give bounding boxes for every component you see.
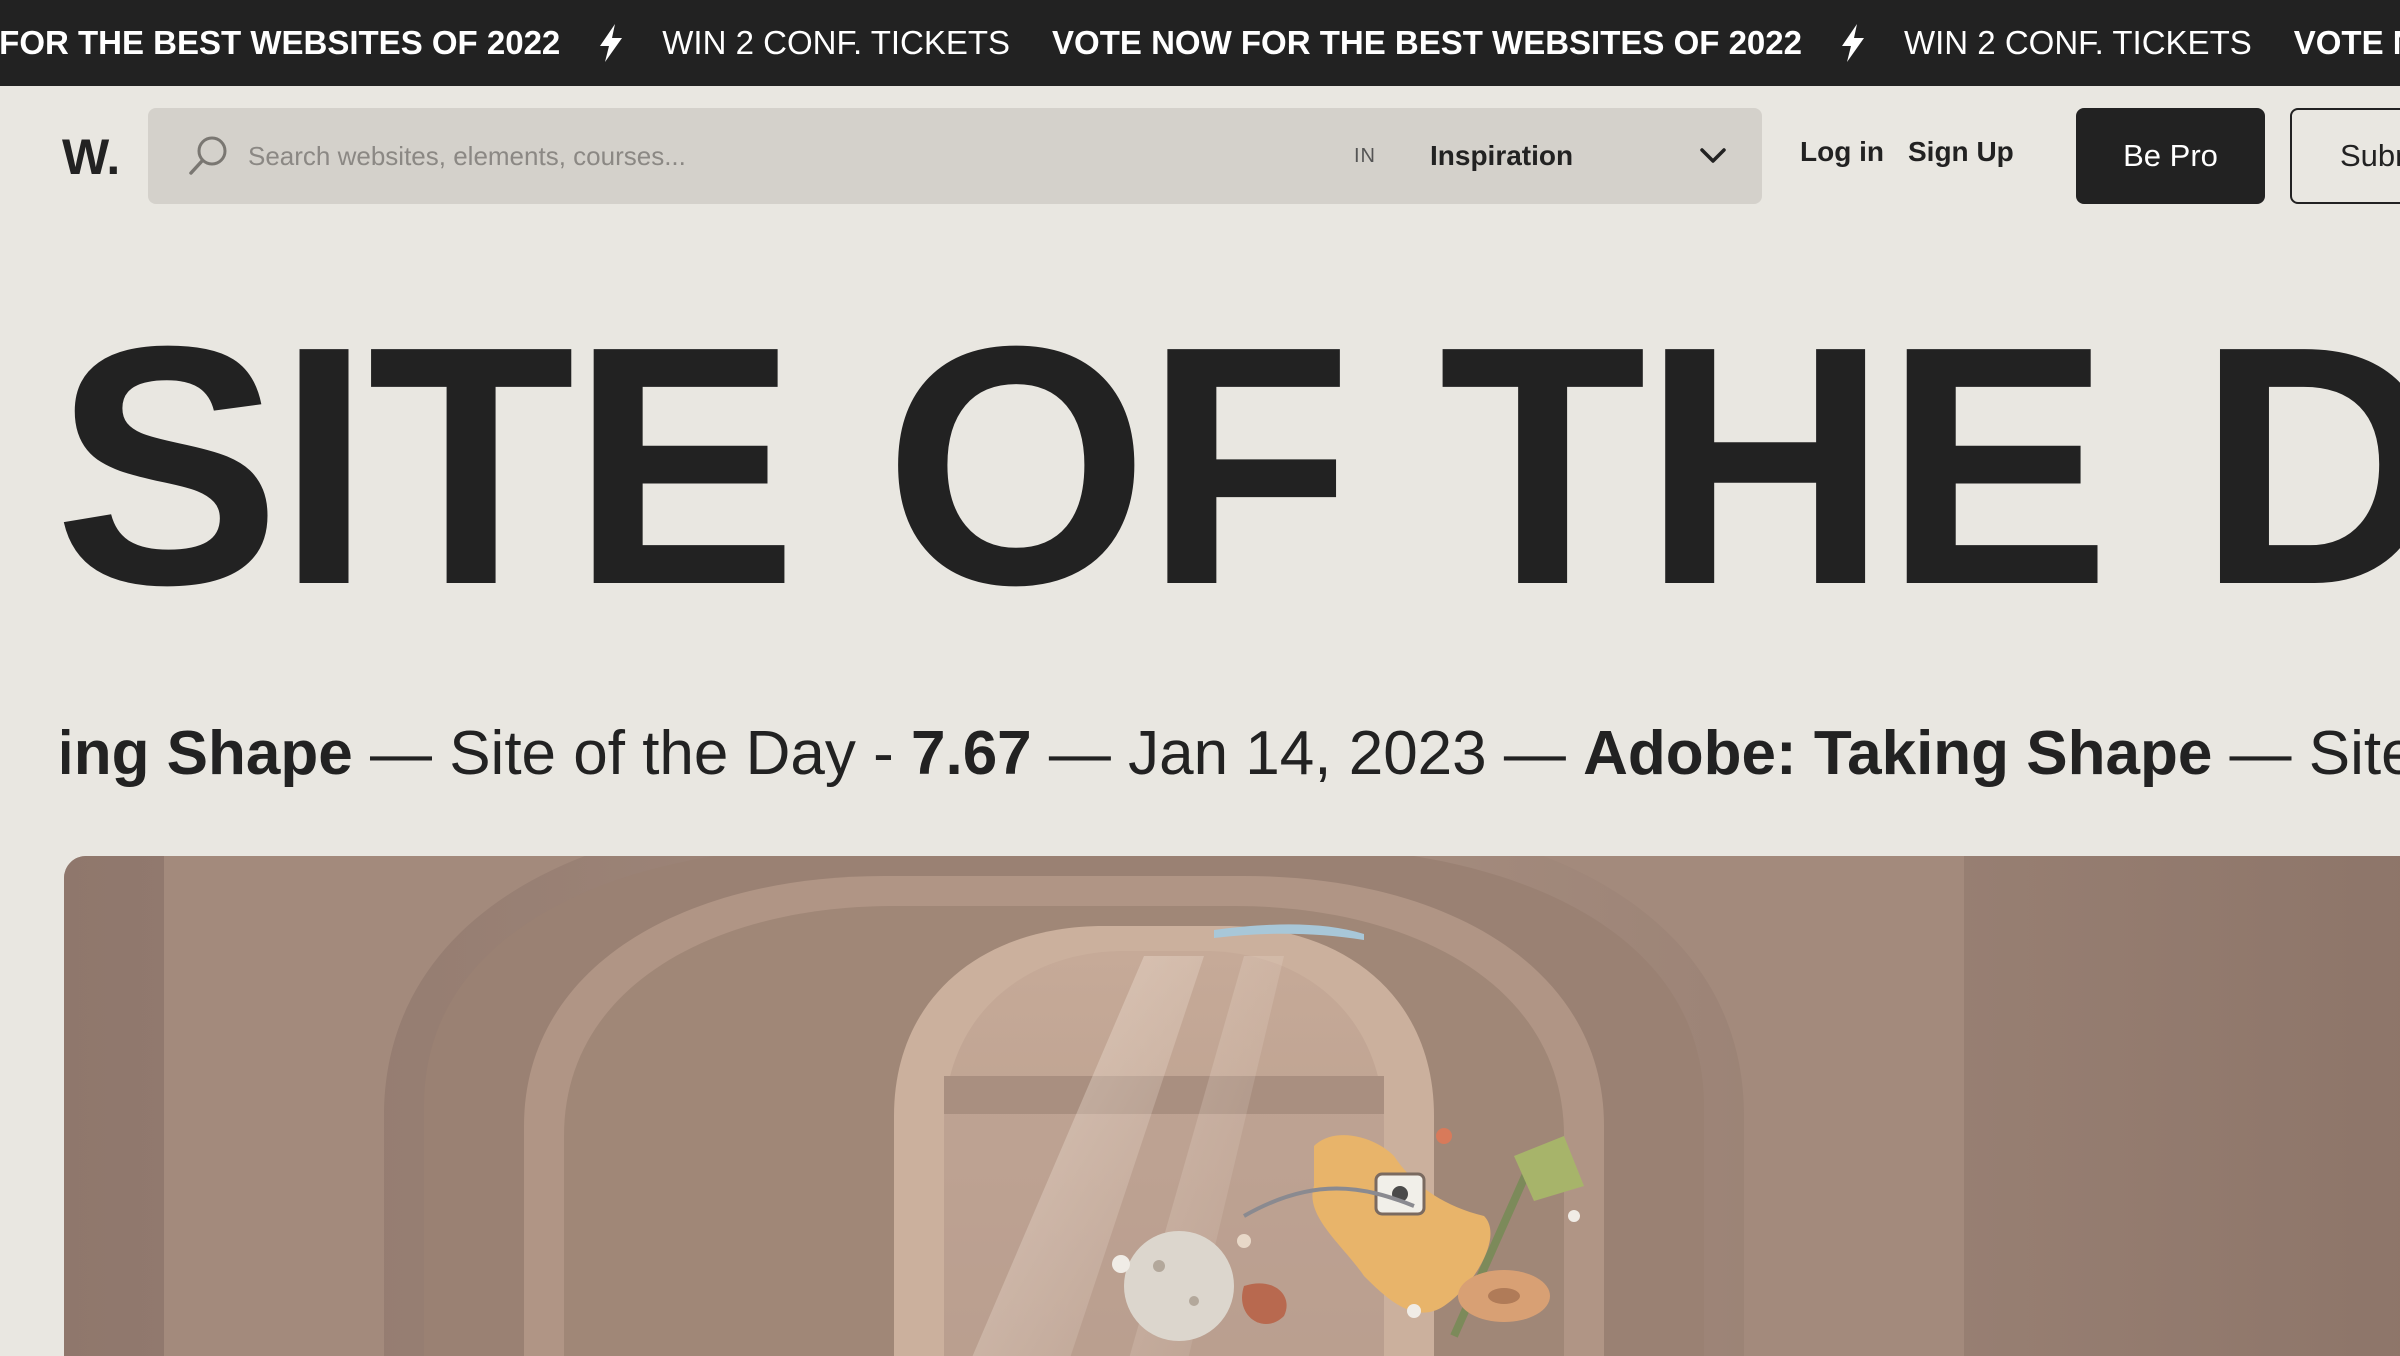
separator: — bbox=[1486, 719, 1584, 788]
search-scope-label: IN bbox=[1354, 145, 1376, 167]
page-title: SITE OF THE DAY bbox=[54, 276, 2400, 656]
login-link[interactable]: Log in bbox=[1800, 136, 1884, 168]
site-name-text[interactable]: king Shape bbox=[62, 719, 353, 788]
site-header: W. IN Inspiration Log in Sign Up Be Pro … bbox=[0, 86, 2400, 226]
featured-illustration bbox=[64, 856, 2400, 1356]
separator: - bbox=[855, 719, 911, 788]
chevron-down-icon bbox=[1700, 148, 1726, 163]
date-text: Jan 14, 2023 bbox=[1128, 719, 1487, 788]
lightning-bolt-icon bbox=[1841, 24, 1864, 62]
award-text: Site of the Day bbox=[449, 719, 856, 788]
separator: — bbox=[1031, 719, 1129, 788]
award-text: Site of the Day bbox=[2308, 719, 2400, 788]
logo[interactable]: W. bbox=[62, 128, 120, 186]
featured-site-image[interactable] bbox=[64, 856, 2400, 1356]
score-text: 7.67 bbox=[910, 719, 1032, 788]
search-icon bbox=[189, 136, 227, 175]
category-value: Inspiration bbox=[1430, 140, 1574, 171]
category-select[interactable]: Inspiration bbox=[1420, 124, 1740, 188]
lightning-bolt-icon bbox=[600, 24, 623, 62]
site-name-text[interactable]: Adobe: Taking Shape bbox=[1583, 719, 2212, 788]
separator: — bbox=[2212, 719, 2309, 788]
ticker-track: V FOR THE BEST WEBSITES OF 2022 WIN 2 CO… bbox=[0, 0, 2400, 86]
ticker-vote-text[interactable]: V FOR THE BEST WEBSITES OF 2022 bbox=[0, 24, 560, 62]
announcement-ticker[interactable]: V FOR THE BEST WEBSITES OF 2022 WIN 2 CO… bbox=[0, 0, 2400, 86]
separator: — bbox=[352, 719, 450, 788]
be-pro-button[interactable]: Be Pro bbox=[2076, 108, 2265, 204]
submit-button[interactable]: Submit bbox=[2290, 108, 2400, 204]
marquee-track: king Shape — Site of the Day - 7.67 — Ja… bbox=[62, 716, 2400, 792]
ticker-tickets-text[interactable]: WIN 2 CONF. TICKETS bbox=[1904, 24, 2252, 62]
ticker-vote-text[interactable]: VOTE NOW FOR THE BEST WEBSITES OF 2022 bbox=[1052, 24, 1802, 62]
ticker-vote-text[interactable]: VOTE NOW FOR bbox=[2294, 24, 2400, 62]
ticker-tickets-text[interactable]: WIN 2 CONF. TICKETS bbox=[662, 24, 1010, 62]
search-input[interactable] bbox=[248, 130, 1248, 182]
site-of-day-marquee[interactable]: king Shape — Site of the Day - 7.67 — Ja… bbox=[62, 710, 2400, 800]
signup-link[interactable]: Sign Up bbox=[1908, 136, 2014, 168]
search-bar[interactable]: IN Inspiration bbox=[148, 108, 1762, 204]
